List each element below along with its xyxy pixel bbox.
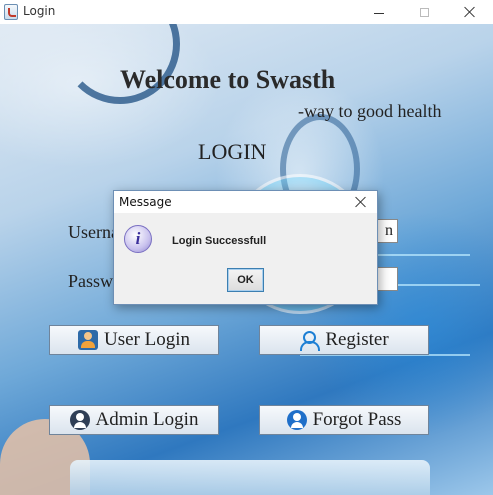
login-heading: LOGIN — [198, 139, 267, 164]
message-dialog: Message i Login Successfull OK — [113, 190, 378, 305]
register-button[interactable]: Register — [259, 325, 429, 355]
user-login-label: User Login — [103, 329, 190, 350]
maximize-button[interactable] — [401, 0, 447, 24]
close-window-button[interactable] — [447, 0, 493, 24]
window-title: Login — [23, 4, 56, 18]
background-tablet-image — [70, 460, 430, 495]
admin-login-button[interactable]: Admin Login — [49, 405, 219, 435]
close-icon — [355, 196, 367, 208]
dialog-close-button[interactable] — [350, 193, 372, 211]
dialog-titlebar: Message — [114, 191, 377, 213]
maximize-icon — [419, 7, 429, 17]
window-titlebar: Login — [0, 0, 493, 24]
minimize-icon — [374, 12, 384, 14]
dialog-message: Login Successfull — [172, 235, 267, 247]
user-circle-icon — [286, 410, 307, 430]
dialog-title: Message — [119, 195, 172, 209]
info-icon-glyph: i — [135, 229, 141, 248]
close-icon — [464, 6, 476, 18]
admin-login-label: Admin Login — [95, 409, 199, 430]
tagline: -way to good health — [298, 101, 442, 121]
java-cup-icon — [4, 4, 18, 20]
user-login-icon — [77, 330, 98, 350]
minimize-button[interactable] — [356, 0, 402, 24]
user-login-button[interactable]: User Login — [49, 325, 219, 355]
info-icon: i — [124, 225, 152, 253]
register-user-icon — [299, 330, 321, 351]
welcome-title-text: Welcome to Swasth — [120, 65, 336, 94]
admin-user-icon — [69, 410, 90, 430]
register-label: Register — [325, 329, 389, 350]
forgot-pass-label: Forgot Pass — [312, 409, 402, 430]
forgot-pass-button[interactable]: Forgot Pass — [259, 405, 429, 435]
ok-button[interactable]: OK — [227, 268, 264, 292]
